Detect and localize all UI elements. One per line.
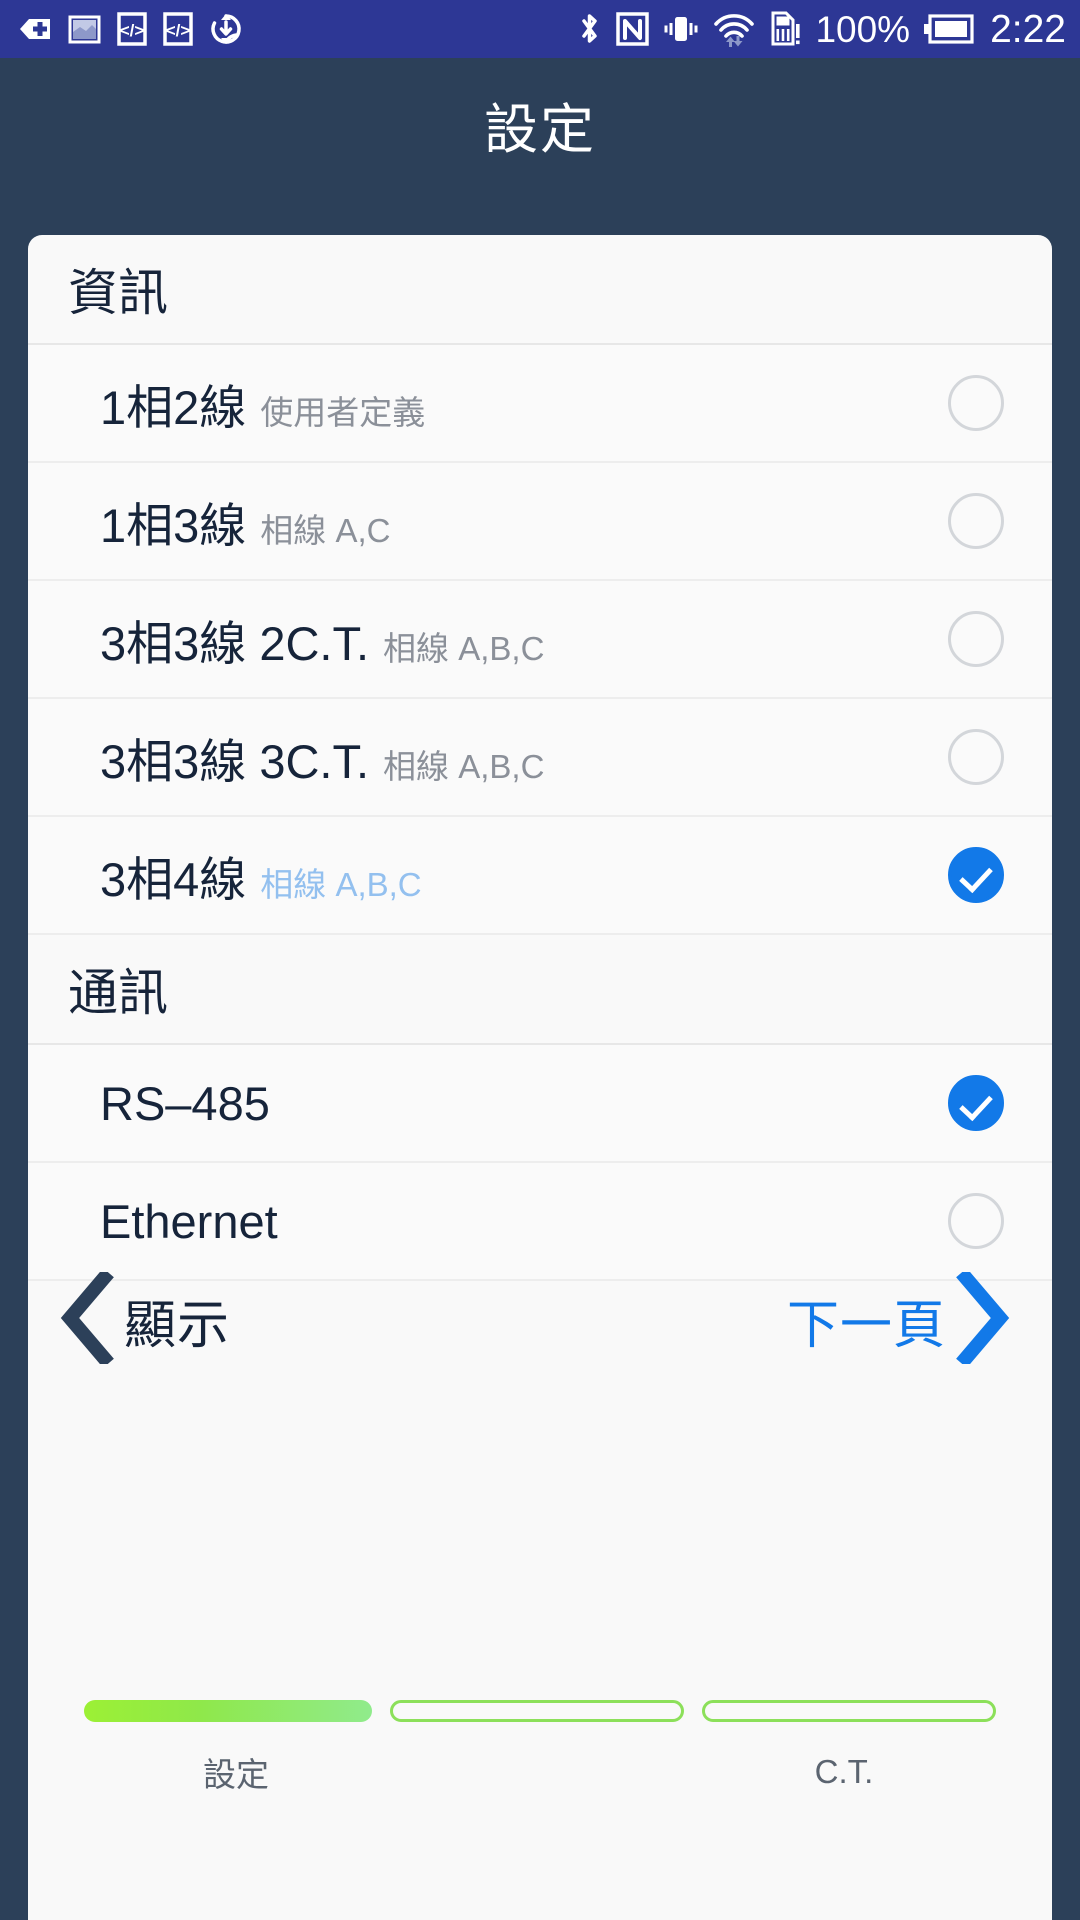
app-header: 設定 [0,58,1080,190]
prev-page-button[interactable]: 顯示 [56,1267,231,1369]
back-plus-icon [18,12,52,46]
status-bar: </> </> 100% 2:22 [0,0,1080,58]
option-labels: 1相2線 使用者定義 [100,369,948,438]
nfc-icon [616,12,650,46]
stepper-bar-2[interactable] [390,1700,684,1722]
option-row-1p2w[interactable]: 1相2線 使用者定義 [28,345,1052,463]
option-labels: 3相3線 2C.T. 相線 A,B,C [100,605,948,674]
page-body: 資訊 1相2線 使用者定義 1相3線 相線 A,C 3相3線 2C.T. 相線 … [0,190,1080,1920]
sim-card-alert-icon [769,11,801,47]
option-subtitle: 使用者定義 [260,393,426,431]
radio-1p2w[interactable] [948,375,1004,431]
next-page-button[interactable]: 下一頁 [786,1267,1014,1369]
stepper-labels: 設定 C.T. [84,1748,996,1796]
sync-download-icon [209,12,243,46]
chevron-left-icon [56,1267,118,1369]
svg-text:</>: </> [120,21,145,40]
radio-3p3w-3ct[interactable] [948,729,1004,785]
svg-text:</>: </> [166,21,191,40]
status-bar-left-icons: </> </> [18,12,243,46]
radio-ethernet[interactable] [948,1193,1004,1249]
radio-1p3w[interactable] [948,493,1004,549]
wifi-transfer-icon [713,11,755,47]
radio-rs485[interactable] [948,1075,1004,1131]
vibrate-icon [663,12,699,46]
option-labels: 1相3線 相線 A,C [100,487,948,556]
option-title: Ethernet [100,1194,278,1248]
stepper-label-1: 設定 [203,1756,269,1793]
option-title: 1相2線 [100,380,247,434]
stepper-bars [84,1700,996,1722]
status-bar-right-icons: 100% 2:22 [577,10,1066,49]
option-title: 3相3線 3C.T. [100,734,370,788]
section-header-info: 資訊 [28,235,1052,345]
option-row-rs485[interactable]: RS–485 [28,1045,1052,1163]
option-title: 3相3線 2C.T. [100,616,370,670]
option-subtitle: 相線 A,C [260,511,391,549]
option-row-3p3w-3ct[interactable]: 3相3線 3C.T. 相線 A,B,C [28,699,1052,817]
section-header-comm: 通訊 [28,935,1052,1045]
code-brackets-icon: </> [117,12,147,46]
option-labels: RS–485 [100,1076,948,1131]
code-brackets-icon-2: </> [163,12,193,46]
option-subtitle: 相線 A,B,C [383,747,545,785]
page-title: 設定 [484,99,596,160]
radio-3p4w[interactable] [948,847,1004,903]
radio-3p3w-2ct[interactable] [948,611,1004,667]
option-title: 3相4線 [100,852,247,906]
option-title: 1相3線 [100,498,247,552]
prev-page-label: 顯示 [124,1296,231,1355]
chevron-right-icon [952,1267,1014,1369]
option-title: RS–485 [100,1076,270,1130]
battery-full-icon [924,14,974,44]
stepper-bar-3[interactable] [702,1700,996,1722]
clock-label: 2:22 [990,7,1066,51]
stepper-bar-1[interactable] [84,1700,372,1722]
wizard-stepper: 設定 C.T. [28,1700,1052,1796]
screenshot-image-icon [68,13,101,46]
section-title-info: 資訊 [68,265,168,321]
option-labels: 3相3線 3C.T. 相線 A,B,C [100,723,948,792]
option-subtitle: 相線 A,B,C [383,629,545,667]
option-subtitle: 相線 A,B,C [260,865,422,903]
option-row-1p3w[interactable]: 1相3線 相線 A,C [28,463,1052,581]
option-labels: Ethernet [100,1194,948,1249]
battery-percent-label: 100% [815,8,911,50]
option-row-3p4w[interactable]: 3相4線 相線 A,B,C [28,817,1052,935]
settings-card: 資訊 1相2線 使用者定義 1相3線 相線 A,C 3相3線 2C.T. 相線 … [28,235,1052,1920]
bluetooth-icon [577,11,602,47]
section-title-comm: 通訊 [68,965,168,1021]
stepper-label-3: C.T. [814,1753,874,1790]
option-row-3p3w-2ct[interactable]: 3相3線 2C.T. 相線 A,B,C [28,581,1052,699]
option-labels: 3相4線 相線 A,B,C [100,841,948,910]
wizard-nav: 顯示 下一頁 [28,1245,1052,1395]
next-page-label: 下一頁 [786,1296,946,1355]
